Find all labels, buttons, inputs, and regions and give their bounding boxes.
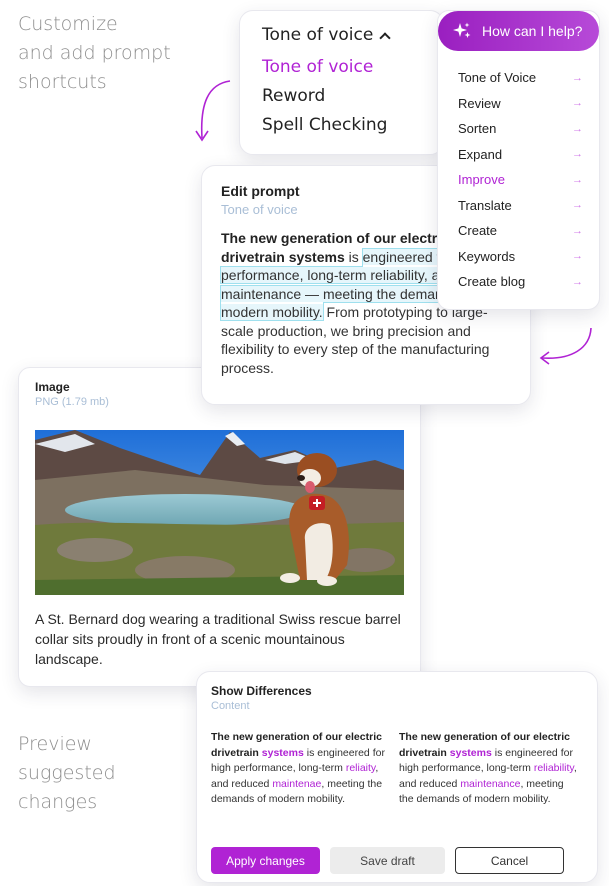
- dog-landscape-image: [35, 430, 404, 595]
- arrow-right-icon: →: [572, 173, 583, 186]
- caption-line: changes: [18, 791, 98, 813]
- help-item-tone-of-voice[interactable]: Tone of Voice →: [458, 65, 583, 91]
- help-item-create[interactable]: Create →: [458, 218, 583, 244]
- diff-changed-word: reliaity: [345, 762, 376, 774]
- diff-changed-word: maintenance: [460, 777, 521, 790]
- help-menu-list: Tone of Voice → Review → Sorten → Expand → I…: [438, 51, 599, 295]
- caption-line: and add prompt: [18, 42, 171, 64]
- help-item-label: Review: [458, 95, 501, 111]
- edit-prompt-text-part: is: [344, 248, 363, 265]
- diff-changed-word: maintenae: [272, 777, 322, 790]
- help-item-keywords[interactable]: Keywords →: [458, 244, 583, 270]
- arrow-right-icon: →: [572, 224, 583, 237]
- help-item-translate[interactable]: Translate →: [458, 193, 583, 219]
- help-item-expand[interactable]: Expand →: [458, 142, 583, 168]
- tone-option-reword[interactable]: Reword: [262, 82, 421, 111]
- cancel-button[interactable]: Cancel: [455, 847, 564, 874]
- differences-columns: The new generation of our electric drive…: [211, 730, 583, 808]
- tone-option-tone-of-voice[interactable]: Tone of voice: [262, 53, 421, 82]
- help-item-label: Translate: [458, 197, 512, 213]
- help-item-label: Create blog: [458, 274, 526, 290]
- arrow-right-icon: →: [572, 199, 583, 212]
- original-text: The new generation of our electric drive…: [211, 730, 389, 808]
- help-item-label: Expand: [458, 146, 503, 162]
- help-item-sorten[interactable]: Sorten →: [458, 116, 583, 142]
- chevron-up-icon: [379, 31, 391, 44]
- differences-subtitle: Content: [211, 700, 250, 712]
- help-button-label: How can I help?: [482, 23, 583, 39]
- arrow-right-icon: →: [572, 97, 583, 110]
- diff-changed-word: systems: [449, 746, 492, 759]
- arrow-right-icon: →: [572, 122, 583, 135]
- diff-changed-word: reliability: [533, 762, 574, 774]
- help-item-label: Keywords: [458, 248, 516, 264]
- help-item-label: Tone of Voice: [458, 70, 537, 86]
- help-item-label: Improve: [458, 172, 505, 188]
- help-menu: How can I help? Tone of Voice → Review → S…: [437, 10, 600, 310]
- curved-arrow-icon: [195, 80, 231, 142]
- caption-line: Preview: [18, 733, 92, 755]
- tone-option-spell-checking[interactable]: Spell Checking: [262, 111, 421, 140]
- tone-dropdown: Tone of voice Tone of voice Reword Spell…: [239, 10, 444, 155]
- arrow-right-icon: →: [572, 71, 583, 84]
- image-card: Image PNG (1.79 mb) A St. Bernard dog we…: [18, 367, 421, 687]
- tone-dropdown-selected: Tone of voice: [262, 25, 374, 45]
- suggested-text: The new generation of our electric drive…: [399, 730, 577, 808]
- help-item-review[interactable]: Review →: [458, 91, 583, 117]
- tone-options: Tone of voice Reword Spell Checking: [262, 53, 421, 140]
- help-item-label: Sorten: [458, 121, 497, 137]
- curved-arrow-icon: [539, 327, 592, 365]
- image-caption: A St. Bernard dog wearing a traditional …: [35, 611, 401, 667]
- arrow-right-icon: →: [572, 275, 583, 288]
- diff-changed-word: systems: [261, 746, 304, 759]
- help-item-improve[interactable]: Improve →: [458, 167, 583, 193]
- caption-preview: Preview suggested changes: [18, 730, 116, 817]
- differences-actions: Apply changes Save draft Cancel: [211, 847, 564, 874]
- sparkle-icon: [453, 22, 471, 38]
- caption-line: Customize: [18, 13, 118, 35]
- caption-line: suggested: [18, 762, 116, 784]
- help-item-label: Create: [458, 223, 498, 239]
- arrow-right-icon: →: [572, 250, 583, 263]
- apply-changes-button[interactable]: Apply changes: [211, 847, 320, 874]
- how-can-i-help-button[interactable]: How can I help?: [438, 11, 599, 51]
- save-draft-button[interactable]: Save draft: [330, 847, 445, 874]
- show-differences-card: Show Differences Content The new generat…: [196, 671, 598, 883]
- differences-title: Show Differences: [211, 684, 312, 698]
- tone-dropdown-toggle[interactable]: Tone of voice: [262, 25, 421, 45]
- help-item-create-blog[interactable]: Create blog →: [458, 269, 583, 295]
- arrow-right-icon: →: [572, 148, 583, 161]
- caption-customize: Customize and add prompt shortcuts: [18, 10, 171, 97]
- caption-line: shortcuts: [18, 71, 107, 93]
